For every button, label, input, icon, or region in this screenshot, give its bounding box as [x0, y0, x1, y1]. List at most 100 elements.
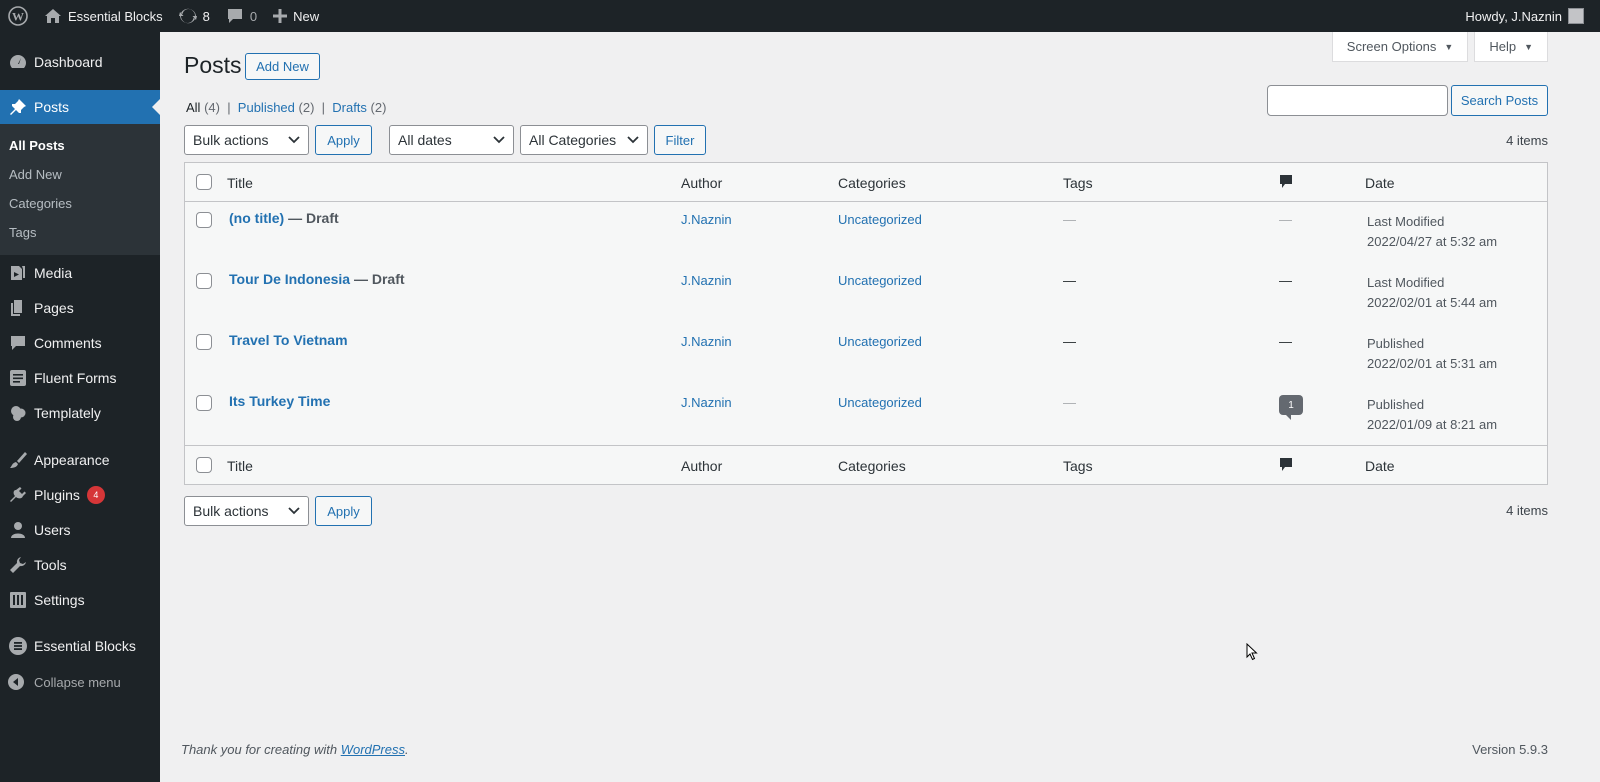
submenu-add-new[interactable]: Add New: [0, 160, 160, 189]
post-comments: —: [1279, 273, 1292, 288]
menu-tools-label: Tools: [34, 556, 67, 573]
add-new-button[interactable]: Add New: [245, 53, 320, 80]
bulk-actions-select-bottom[interactable]: Bulk actions: [184, 496, 309, 526]
post-date-value: 2022/01/09 at 8:21 am: [1367, 417, 1498, 432]
menu-essential-blocks[interactable]: Essential Blocks: [0, 628, 160, 663]
menu-fluent-forms-label: Fluent Forms: [34, 369, 117, 386]
column-categories-footer: Categories: [838, 458, 906, 474]
wrench-icon: [8, 555, 28, 575]
column-title-footer[interactable]: Title: [227, 458, 253, 474]
filter-drafts[interactable]: Drafts (2): [332, 100, 386, 115]
post-author-link[interactable]: J.Naznin: [681, 212, 732, 227]
submenu-categories[interactable]: Categories: [0, 189, 160, 218]
row-checkbox[interactable]: [196, 395, 212, 411]
menu-posts[interactable]: Posts: [0, 90, 160, 124]
submenu-all-posts[interactable]: All Posts: [0, 131, 160, 160]
column-date[interactable]: Date: [1365, 175, 1395, 191]
menu-comments[interactable]: Comments: [0, 325, 160, 360]
filter-button[interactable]: Filter: [654, 125, 706, 155]
menu-templately-label: Templately: [34, 404, 101, 421]
post-author-link[interactable]: J.Naznin: [681, 273, 732, 288]
menu-tools[interactable]: Tools: [0, 547, 160, 582]
posts-submenu: All Posts Add New Categories Tags: [0, 124, 160, 255]
templately-icon: [8, 403, 28, 423]
column-author: Author: [681, 175, 723, 191]
post-title-link[interactable]: Travel To Vietnam: [229, 332, 348, 348]
site-name-link[interactable]: Essential Blocks: [36, 0, 171, 32]
dates-value: All dates: [398, 132, 452, 148]
submenu-tags[interactable]: Tags: [0, 218, 160, 247]
post-comments: —: [1279, 334, 1292, 349]
column-author-footer: Author: [681, 458, 723, 474]
post-title-link[interactable]: (no title): [229, 210, 284, 226]
comment-icon: [1280, 175, 1292, 188]
menu-dashboard[interactable]: Dashboard: [0, 44, 160, 79]
categories-value: All Categories: [529, 132, 617, 148]
post-title-link[interactable]: Its Turkey Time: [229, 393, 330, 409]
post-author-link[interactable]: J.Naznin: [681, 334, 732, 349]
fluent-forms-icon: [8, 368, 28, 388]
pushpin-icon: [8, 97, 28, 117]
column-tags-footer: Tags: [1063, 458, 1093, 474]
post-title-cell: (no title) — Draft: [229, 210, 339, 226]
apply-button-bottom[interactable]: Apply: [315, 496, 372, 526]
column-comments-footer[interactable]: [1279, 457, 1293, 476]
post-category-link[interactable]: Uncategorized: [838, 395, 922, 410]
menu-users[interactable]: Users: [0, 512, 160, 547]
settings-icon: [8, 590, 28, 610]
menu-appearance[interactable]: Appearance: [0, 442, 160, 477]
post-date-status: Last Modified: [1367, 214, 1445, 229]
post-title-cell: Its Turkey Time: [229, 393, 330, 409]
column-date-footer[interactable]: Date: [1365, 458, 1395, 474]
post-date-value: 2022/02/01 at 5:31 am: [1367, 356, 1498, 371]
page-title: Posts: [184, 52, 242, 78]
column-comments[interactable]: [1279, 174, 1293, 193]
filter-published[interactable]: Published (2): [238, 100, 315, 115]
row-checkbox[interactable]: [196, 273, 212, 289]
comment-icon: [1280, 458, 1292, 471]
column-categories: Categories: [838, 175, 906, 191]
table-footer: Title Author Categories Tags Date: [185, 445, 1547, 484]
post-category-link[interactable]: Uncategorized: [838, 334, 922, 349]
new-content-link[interactable]: New: [265, 0, 327, 32]
column-title[interactable]: Title: [227, 175, 253, 191]
bulk-actions-select[interactable]: Bulk actions: [184, 125, 309, 155]
post-title-cell: Tour De Indonesia — Draft: [229, 271, 405, 287]
updates-link[interactable]: 8: [171, 0, 218, 32]
comment-count-bubble[interactable]: 1: [1279, 395, 1303, 420]
filter-all[interactable]: All (4): [186, 100, 220, 115]
menu-plugins[interactable]: Plugins 4: [0, 477, 160, 512]
my-account[interactable]: Howdy, J.Naznin: [1465, 8, 1600, 24]
comments-icon: [8, 333, 28, 353]
dates-select[interactable]: All dates: [389, 125, 514, 155]
wordpress-link[interactable]: WordPress: [341, 742, 405, 757]
updates-icon: [178, 8, 197, 24]
select-all-checkbox[interactable]: [196, 174, 212, 190]
screen-options-button[interactable]: Screen Options ▼: [1331, 32, 1469, 62]
comments-link[interactable]: 0: [218, 0, 265, 32]
menu-templately[interactable]: Templately: [0, 395, 160, 430]
apply-button[interactable]: Apply: [315, 125, 372, 155]
post-category-link[interactable]: Uncategorized: [838, 212, 922, 227]
row-checkbox[interactable]: [196, 212, 212, 228]
help-label: Help: [1489, 39, 1517, 54]
post-tags: —: [1063, 212, 1076, 227]
post-category-link[interactable]: Uncategorized: [838, 273, 922, 288]
new-label: New: [293, 8, 320, 24]
row-checkbox[interactable]: [196, 334, 212, 350]
menu-pages[interactable]: Pages: [0, 290, 160, 325]
search-posts-button[interactable]: Search Posts: [1451, 85, 1548, 116]
search-input[interactable]: [1267, 85, 1448, 116]
menu-settings[interactable]: Settings: [0, 582, 160, 617]
post-author-link[interactable]: J.Naznin: [681, 395, 732, 410]
post-date-value: 2022/04/27 at 5:32 am: [1367, 234, 1498, 249]
help-button[interactable]: Help ▼: [1474, 32, 1548, 62]
select-all-checkbox-footer[interactable]: [196, 457, 212, 473]
table-row: (no title) — Draft J.Naznin Uncategorize…: [185, 202, 1547, 263]
menu-fluent-forms[interactable]: Fluent Forms: [0, 360, 160, 395]
wordpress-logo-icon[interactable]: W: [0, 0, 36, 32]
categories-select[interactable]: All Categories: [520, 125, 648, 155]
collapse-menu-button[interactable]: Collapse menu: [0, 665, 160, 699]
post-title-link[interactable]: Tour De Indonesia: [229, 271, 350, 287]
menu-media[interactable]: Media: [0, 255, 160, 290]
